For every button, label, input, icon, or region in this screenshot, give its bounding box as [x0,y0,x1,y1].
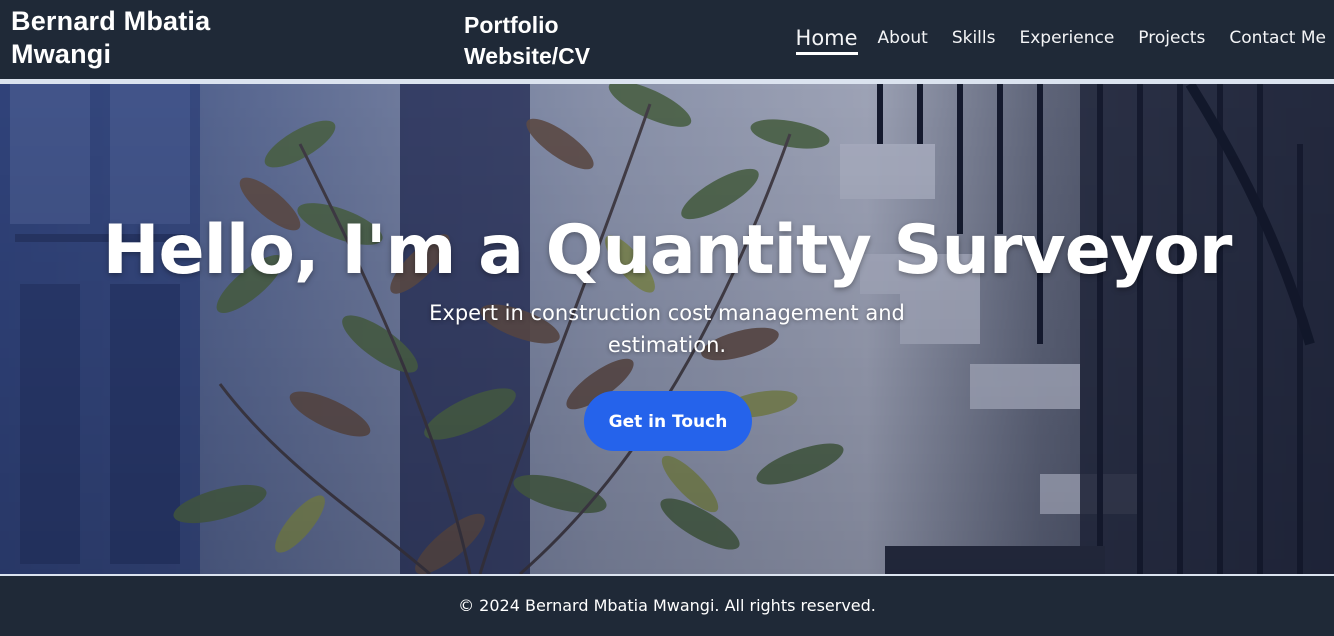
nav-about-link[interactable]: About [878,24,928,54]
hero-subtitle: Expert in construction cost management a… [429,301,905,357]
nav-home-link[interactable]: Home [795,24,858,55]
nav-skills-link[interactable]: Skills [952,24,996,54]
brand-name: Bernard Mbatia Mwangi [11,6,211,69]
site-footer: © 2024 Bernard Mbatia Mwangi. All rights… [0,576,1334,636]
site-header: Bernard Mbatia Mwangi Portfolio Website/… [0,0,1334,79]
nav-experience-link[interactable]: Experience [1019,24,1114,54]
copyright-text: © 2024 Bernard Mbatia Mwangi. All rights… [458,596,876,615]
get-in-touch-button[interactable]: Get in Touch [584,391,752,451]
site-subtitle: Portfolio Website/CV [464,12,591,69]
main-nav: Home About Skills Experience Projects Co… [795,24,1326,55]
hero-title: Hello, I'm a Quantity Surveyor [102,211,1233,290]
nav-contact-link[interactable]: Contact Me [1229,24,1326,54]
hero-section: Hello, I'm a Quantity Surveyor Expert in… [0,84,1334,574]
nav-projects-link[interactable]: Projects [1138,24,1205,54]
